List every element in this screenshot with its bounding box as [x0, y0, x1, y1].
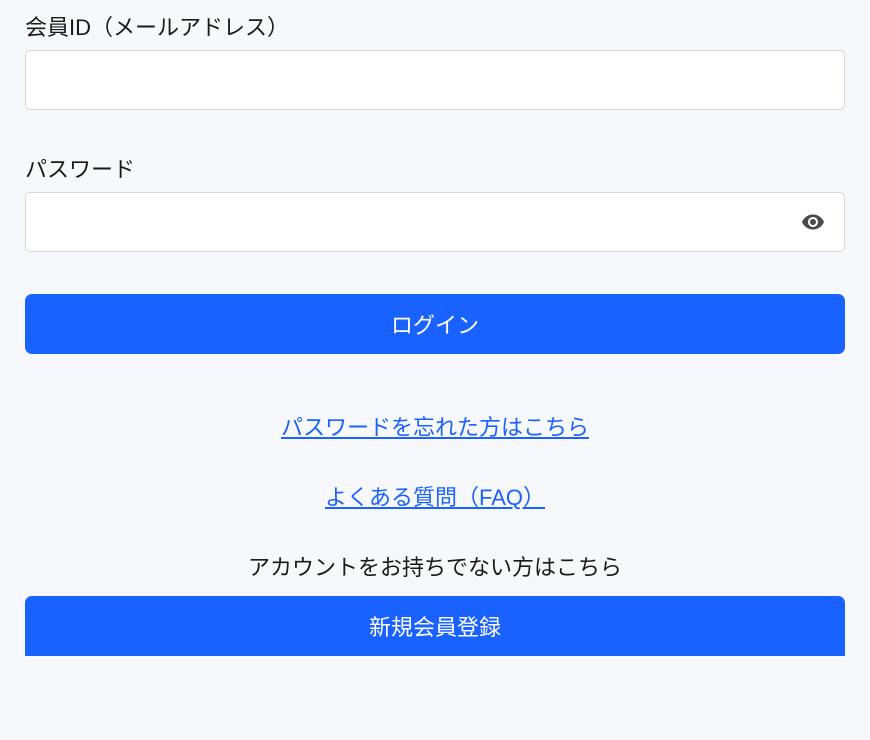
faq-link[interactable]: よくある質問（FAQ）: [325, 485, 545, 510]
register-button[interactable]: 新規会員登録: [25, 596, 845, 656]
forgot-password-row: パスワードを忘れた方はこちら: [25, 410, 845, 442]
login-button-label: ログイン: [391, 308, 479, 340]
faq-row: よくある質問（FAQ）: [25, 480, 845, 512]
toggle-password-visibility-button[interactable]: [799, 208, 827, 236]
password-group: パスワード: [25, 152, 845, 252]
login-button[interactable]: ログイン: [25, 294, 845, 354]
signup-section: アカウントをお持ちでない方はこちら 新規会員登録: [25, 550, 845, 656]
forgot-password-link[interactable]: パスワードを忘れた方はこちら: [281, 415, 589, 440]
signup-prompt: アカウントをお持ちでない方はこちら: [25, 550, 845, 582]
email-input[interactable]: [25, 50, 845, 110]
password-input[interactable]: [25, 192, 845, 252]
password-label: パスワード: [25, 152, 845, 184]
eye-icon: [801, 210, 825, 234]
email-label: 会員ID（メールアドレス）: [25, 10, 845, 42]
email-group: 会員ID（メールアドレス）: [25, 10, 845, 110]
register-button-label: 新規会員登録: [369, 610, 501, 642]
email-input-wrapper: [25, 50, 845, 110]
password-input-wrapper: [25, 192, 845, 252]
